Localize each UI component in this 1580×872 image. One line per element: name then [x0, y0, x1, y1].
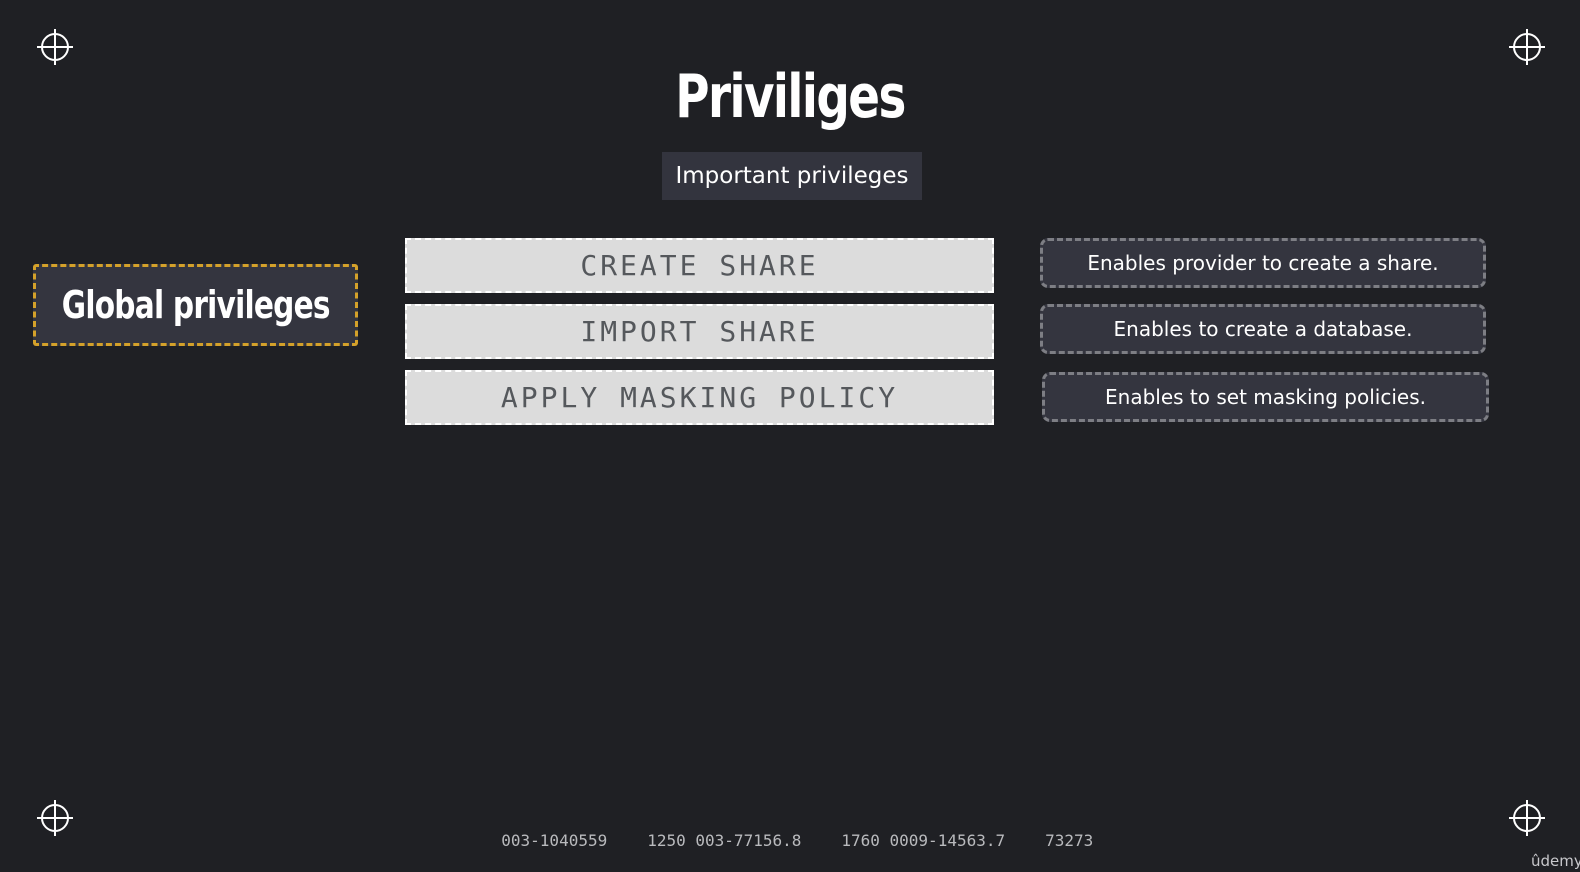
udemy-watermark: ûdemy [1531, 852, 1580, 870]
crosshair-icon-bottom-right [1508, 799, 1546, 837]
footer-code: 003-1040559 [501, 831, 608, 850]
slide-subtitle: Important privileges [662, 152, 922, 200]
description-apply-masking-policy: Enables to set masking policies. [1042, 372, 1489, 422]
crosshair-icon-top-right [1508, 28, 1546, 66]
footer-code: 1250 003-77156.8 [647, 831, 802, 850]
description-import-share: Enables to create a database. [1040, 304, 1486, 354]
description-create-share: Enables provider to create a share. [1040, 238, 1486, 288]
crosshair-icon-bottom-left [36, 799, 74, 837]
slide-title: Priviliges [675, 62, 906, 132]
crosshair-icon-top-left [36, 28, 74, 66]
category-label: Global privileges [61, 283, 331, 327]
privilege-create-share: CREATE SHARE [405, 238, 994, 293]
footer-code: 1760 0009-14563.7 [841, 831, 1006, 850]
privilege-apply-masking-policy: APPLY MASKING POLICY [405, 370, 994, 425]
footer-codes: 003-1040559 1250 003-77156.8 1760 0009-145… [482, 812, 1093, 850]
category-box: Global privileges [33, 264, 358, 346]
footer-code: 73273 [1045, 831, 1094, 850]
privilege-import-share: IMPORT SHARE [405, 304, 994, 359]
